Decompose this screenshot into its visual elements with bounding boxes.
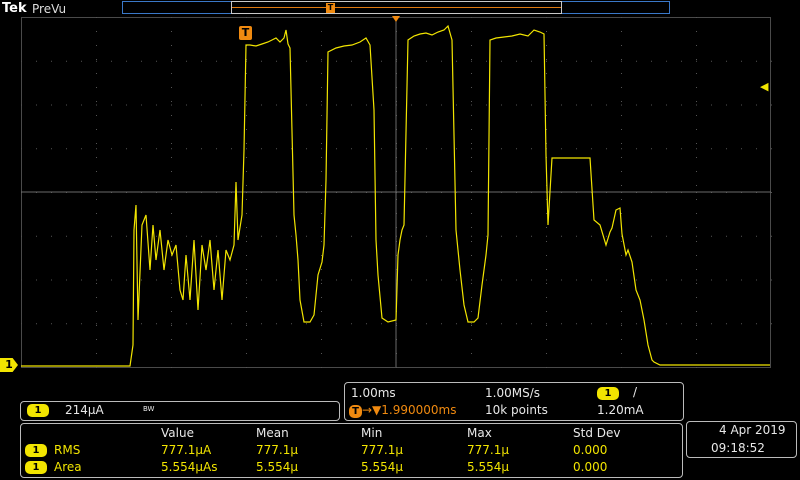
rms-label: RMS [54,443,81,457]
measurements-panel[interactable]: Value Mean Min Max Std Dev 1 RMS 777.1µA… [20,423,683,478]
rms-min: 777.1µ [361,443,403,457]
trigger-level-arrow-icon[interactable]: ◀ [760,80,768,93]
record-length: 10k points [485,403,548,417]
delay-arrow-icon: →▼ [362,403,382,417]
trigger-delay-row: T →▼1.990000ms [349,403,457,418]
area-value: 5.554µAs [161,460,218,474]
trigger-position-marker [392,16,400,22]
header-std-dev: Std Dev [573,426,621,440]
trigger-level: 1.20mA [597,403,644,417]
area-min: 5.554µ [361,460,403,474]
trigger-delay: 1.990000ms [381,403,457,417]
channel-1-readout[interactable]: 1 214µA BW [20,401,340,421]
header-value: Value [161,426,194,440]
trigger-source-badge: 1 [597,387,619,400]
bandwidth-limit-icon: BW [143,405,155,413]
rms-max: 777.1µ [467,443,509,457]
area-channel-badge: 1 [25,461,47,474]
area-label: Area [54,460,82,474]
rms-channel-badge: 1 [25,444,47,457]
area-mean: 5.554µ [256,460,298,474]
trigger-delay-icon: T [349,405,362,418]
header-min: Min [361,426,383,440]
date: 4 Apr 2019 [719,423,786,437]
area-max: 5.554µ [467,460,509,474]
header-max: Max [467,426,492,440]
trigger-position-icon[interactable]: T [239,26,252,40]
sample-rate: 1.00MS/s [485,386,540,400]
channel-1-scale: 214µA [65,403,104,417]
date-time-panel: 4 Apr 2019 09:18:52 [686,421,797,458]
header-mean: Mean [256,426,289,440]
timebase-readout[interactable]: 1.00ms 1.00MS/s 1 / T →▼1.990000ms 10k po… [344,382,684,421]
rms-std-dev: 0.000 [573,443,608,457]
area-std-dev: 0.000 [573,460,608,474]
rms-mean: 777.1µ [256,443,298,457]
channel-1-badge: 1 [27,404,49,417]
horizontal-scale: 1.00ms [351,386,396,400]
rms-value: 777.1µA [161,443,212,457]
trigger-slope-icon: / [633,385,638,399]
time: 09:18:52 [711,441,765,455]
